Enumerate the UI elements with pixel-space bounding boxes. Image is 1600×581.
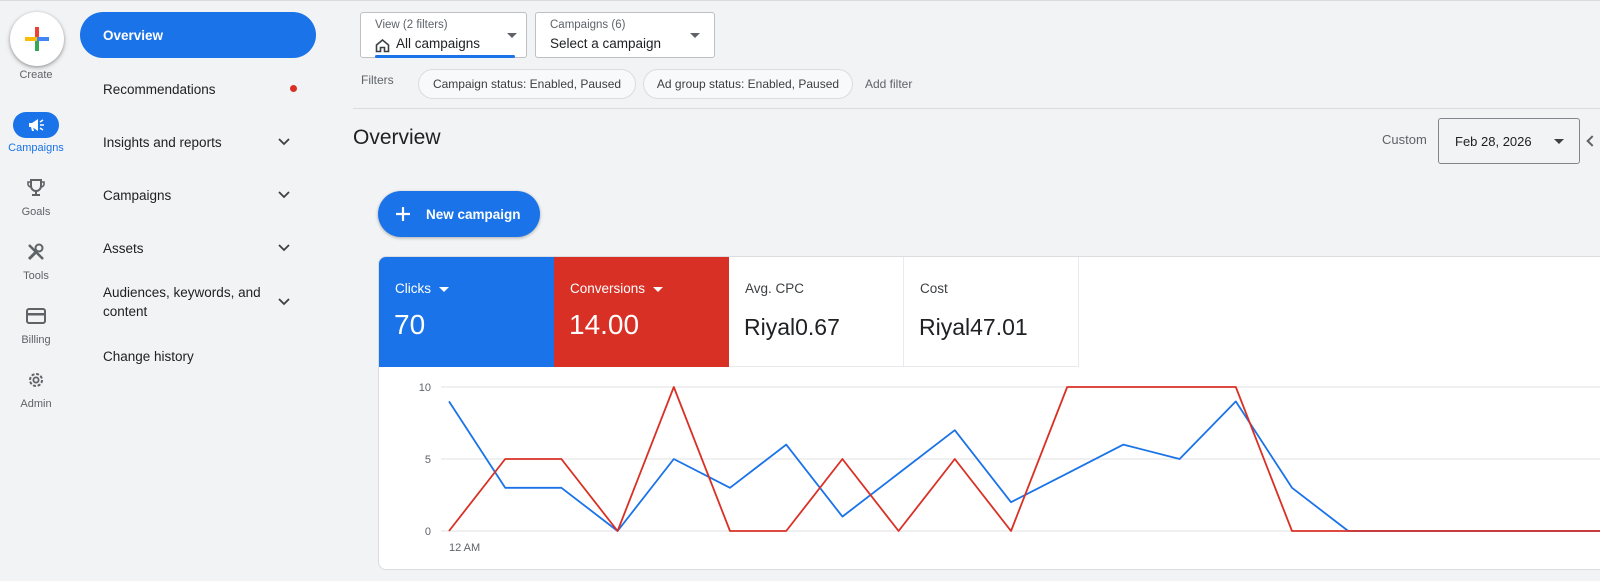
metric-value: 14.00: [569, 309, 640, 340]
metric-cost[interactable]: Cost Riyal47.01: [904, 257, 1079, 367]
nav-item-assets[interactable]: Assets: [80, 235, 316, 261]
campaign-select[interactable]: Campaigns (6) Select a campaign: [535, 12, 715, 58]
create-button[interactable]: [10, 12, 64, 66]
page-title: Overview: [353, 126, 441, 149]
y-tick-label: 0: [425, 526, 431, 538]
rail-label: Admin: [20, 398, 52, 410]
home-icon: [375, 38, 390, 53]
date-range-select[interactable]: Feb 28, 2026: [1438, 118, 1580, 164]
nav-item-change-history[interactable]: Change history: [80, 343, 316, 369]
nav-label: Change history: [103, 348, 194, 364]
nav-label: Audiences, keywords, and content: [103, 285, 261, 319]
y-tick-label: 5: [425, 454, 431, 466]
add-filter-link[interactable]: Add filter: [865, 77, 912, 91]
view-filter-select[interactable]: View (2 filters) All campaigns: [360, 12, 527, 58]
metric-conversions[interactable]: Conversions 14.00: [554, 257, 729, 367]
metric-label: Clicks: [395, 281, 431, 296]
caret-down-icon: [507, 33, 517, 38]
metric-value: Riyal0.67: [744, 314, 840, 340]
x-tick-label: 12 AM: [449, 542, 480, 554]
active-indicator: [375, 55, 515, 58]
view-filter-caption: View (2 filters): [375, 19, 448, 31]
rail-item-campaigns[interactable]: Campaigns: [0, 112, 72, 164]
new-campaign-label: New campaign: [426, 206, 521, 222]
left-rail: Create Campaigns Goals Tools Billing Adm…: [0, 0, 72, 581]
filter-chip-campaign-status[interactable]: Campaign status: Enabled, Paused: [418, 69, 636, 99]
top-border: [0, 0, 1600, 1]
rail-item-goals[interactable]: Goals: [0, 176, 72, 228]
chevron-down-icon: [278, 138, 290, 146]
rail-label: Goals: [21, 206, 51, 218]
performance-chart: 0 5 10 12 AM: [419, 382, 1600, 554]
gear-icon: [24, 368, 48, 392]
tools-icon: [24, 240, 48, 264]
nav-item-overview[interactable]: Overview: [80, 12, 316, 58]
chip-label: Campaign status: Enabled, Paused: [432, 77, 622, 91]
nav-label: Assets: [103, 240, 144, 256]
metric-avg-cpc[interactable]: Avg. CPC Riyal0.67: [729, 257, 904, 367]
rail-label: Tools: [23, 270, 49, 282]
notification-dot-icon: [290, 85, 297, 92]
nav-label: Recommendations: [103, 81, 216, 97]
trophy-icon: [24, 176, 48, 200]
caret-down-icon[interactable]: [439, 286, 449, 292]
nav-item-audiences[interactable]: Audiences, keywords, and content: [80, 280, 316, 324]
performance-card: Clicks 70 Conversions 14.00 Avg. CPC Riy…: [378, 256, 1600, 570]
filter-chip-ad-group-status[interactable]: Ad group status: Enabled, Paused: [643, 69, 853, 99]
view-filter-value: All campaigns: [396, 36, 481, 51]
rail-item-admin[interactable]: Admin: [0, 368, 72, 420]
nav-item-campaigns[interactable]: Campaigns: [80, 182, 316, 208]
rail-label: Billing: [21, 334, 51, 346]
chevron-down-icon: [278, 191, 290, 199]
metric-clicks[interactable]: Clicks 70: [379, 257, 554, 367]
nav-label: Insights and reports: [103, 134, 222, 150]
chevron-left-icon[interactable]: [1586, 135, 1598, 147]
nav-label: Campaigns: [103, 187, 172, 203]
plus-icon: [25, 27, 49, 51]
y-tick-label: 10: [419, 382, 431, 394]
date-range-label: Custom: [1382, 132, 1427, 147]
campaign-select-caption: Campaigns (6): [550, 19, 626, 31]
create-label: Create: [19, 69, 53, 81]
caret-down-icon: [690, 33, 700, 38]
metric-value: 70: [394, 309, 426, 340]
series-line-0: [448, 400, 1600, 532]
nav-item-insights[interactable]: Insights and reports: [80, 129, 316, 155]
header-divider: [353, 108, 1600, 109]
credit-card-icon: [24, 304, 48, 328]
date-value: Feb 28, 2026: [1455, 134, 1532, 149]
nav-label: Overview: [103, 27, 164, 43]
rail-label: Campaigns: [8, 142, 64, 154]
megaphone-icon: [13, 112, 59, 138]
metric-label: Conversions: [570, 281, 646, 296]
caret-down-icon[interactable]: [653, 286, 664, 292]
metric-value: Riyal47.01: [919, 314, 1028, 340]
caret-down-icon: [1554, 139, 1564, 144]
metric-label: Cost: [920, 281, 948, 296]
chevron-down-icon: [278, 298, 290, 306]
rail-item-tools[interactable]: Tools: [0, 240, 72, 292]
plus-icon: [396, 207, 410, 221]
campaign-select-value: Select a campaign: [550, 36, 662, 51]
chevron-down-icon: [278, 244, 290, 252]
chip-label: Ad group status: Enabled, Paused: [656, 77, 840, 91]
filters-label: Filters: [361, 73, 394, 87]
nav-item-recommendations[interactable]: Recommendations: [80, 76, 316, 102]
metric-label: Avg. CPC: [745, 281, 805, 296]
new-campaign-button[interactable]: New campaign: [378, 191, 540, 237]
rail-item-billing[interactable]: Billing: [0, 304, 72, 356]
